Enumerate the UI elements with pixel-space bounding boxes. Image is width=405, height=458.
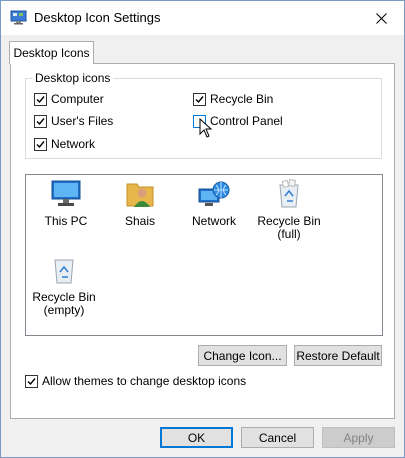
- dialog-window: Desktop Icon Settings Desktop Icons Desk…: [0, 0, 405, 458]
- checkbox-label: Allow themes to change desktop icons: [42, 374, 247, 388]
- desktop-settings-icon: [10, 10, 27, 25]
- close-button[interactable]: [358, 1, 404, 35]
- change-icon-button[interactable]: Change Icon...: [198, 345, 287, 366]
- group-legend: Desktop icons: [32, 71, 114, 85]
- checkbox-network[interactable]: Network: [34, 136, 95, 152]
- apply-button[interactable]: Apply: [322, 427, 395, 448]
- icon-label: Recycle Bin (empty): [32, 290, 96, 317]
- icon-item-this-pc[interactable]: This PC: [28, 179, 104, 228]
- checkbox-label: Network: [51, 137, 96, 151]
- user-folder-icon: [126, 183, 154, 207]
- computer-icon: [51, 180, 81, 206]
- checkbox-label: Control Panel: [210, 114, 283, 128]
- icon-label: Network: [191, 214, 236, 228]
- checkbox-label: Recycle Bin: [210, 92, 274, 106]
- checkbox-label: Computer: [51, 92, 104, 106]
- restore-default-button[interactable]: Restore Default: [294, 345, 382, 366]
- icon-item-network[interactable]: Network: [176, 179, 252, 228]
- ok-button[interactable]: OK: [160, 427, 233, 448]
- mouse-cursor-icon: [199, 118, 213, 138]
- icon-label: Recycle Bin (full): [257, 214, 321, 241]
- checkmark-icon: [36, 140, 45, 148]
- tab-label: Desktop Icons: [13, 46, 90, 60]
- checkbox-box[interactable]: [34, 137, 47, 151]
- icon-item-recycle-bin-full[interactable]: Recycle Bin (full): [251, 179, 327, 241]
- title-bar[interactable]: Desktop Icon Settings: [1, 1, 404, 35]
- recycle-bin-empty-icon: [54, 259, 74, 284]
- checkbox-allow-themes[interactable]: Allow themes to change desktop icons: [25, 373, 246, 389]
- checkbox-box[interactable]: [193, 92, 206, 106]
- checkmark-icon: [36, 117, 45, 125]
- checkbox-box[interactable]: [34, 114, 47, 128]
- icon-label: Shais: [124, 214, 156, 228]
- tab-panel: Desktop icons Computer Recycle Bin User'…: [10, 63, 395, 419]
- checkbox-box[interactable]: [34, 92, 47, 106]
- tab-desktop-icons[interactable]: Desktop Icons: [9, 41, 94, 64]
- icon-item-user-folder[interactable]: Shais: [102, 179, 178, 228]
- button-label: Apply: [343, 430, 374, 445]
- cancel-button[interactable]: Cancel: [241, 427, 314, 448]
- icon-item-recycle-bin-empty[interactable]: Recycle Bin (empty): [26, 255, 102, 317]
- checkbox-users-files[interactable]: User's Files: [34, 113, 113, 129]
- button-label: Change Icon...: [203, 348, 282, 363]
- checkbox-recycle-bin[interactable]: Recycle Bin: [193, 91, 273, 107]
- checkmark-icon: [195, 95, 204, 103]
- checkmark-icon: [36, 95, 45, 103]
- icon-label: This PC: [44, 214, 88, 228]
- window-title: Desktop Icon Settings: [34, 10, 161, 25]
- button-label: OK: [187, 430, 206, 445]
- checkmark-icon: [27, 377, 36, 385]
- icon-list[interactable]: This PC Shais Network Recycle Bin (full)…: [25, 174, 383, 336]
- checkbox-computer[interactable]: Computer: [34, 91, 104, 107]
- button-label: Restore Default: [296, 348, 380, 363]
- checkbox-label: User's Files: [51, 114, 114, 128]
- button-label: Cancel: [258, 430, 297, 445]
- close-icon: [375, 12, 387, 24]
- checkbox-box[interactable]: [25, 374, 38, 388]
- network-icon: [198, 181, 230, 206]
- recycle-bin-full-icon: [279, 179, 299, 208]
